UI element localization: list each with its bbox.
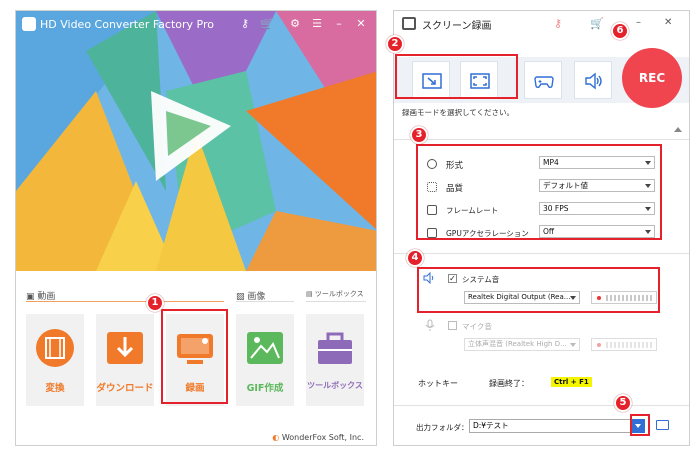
tile-download[interactable]: ダウンロード [96,314,154,406]
gear-icon[interactable]: ⚙ [288,17,302,31]
badge-1: 1 [146,294,164,312]
minimize-icon[interactable]: – [332,17,346,31]
app-logo-icon [22,17,36,31]
hotkey-label: ホットキー [418,379,458,388]
film-icon [36,329,74,367]
download-icon [107,332,143,364]
category-toolbox: ▤ ツールボックス [306,290,364,298]
recorder-title: スクリーン録画 [422,21,492,32]
divider [394,139,689,140]
hotkey-keys[interactable]: Ctrl + F1 [551,377,592,387]
tile-download-label: ダウンロード [96,383,154,394]
tile-toolbox[interactable]: ツールボックス [306,314,364,406]
highlight-audio [417,267,660,313]
highlight-mode-buttons [395,54,518,99]
menu-icon[interactable]: ☰ [310,17,324,31]
output-folder-label: 出力フォルダ： [416,423,469,432]
toolbox-icon [318,332,352,364]
badge-5: 5 [614,394,632,412]
open-folder-icon[interactable] [656,420,669,430]
mic-device-select[interactable]: 立体声混音 (Realtek High D... [464,338,580,351]
mic-checkbox[interactable] [448,321,457,330]
mic-meter [591,338,657,351]
badge-3: 3 [410,126,428,144]
copyright-label: WonderFox Soft, Inc. [281,433,364,442]
close-icon[interactable]: ✕ [664,17,672,28]
gamepad-icon [534,76,554,89]
divider [394,253,689,254]
output-folder-input[interactable]: D:¥テスト [469,419,641,433]
speaker-icon [585,72,602,90]
close-icon[interactable]: ✕ [354,17,368,31]
mic-device: 立体声混音 (Realtek High D... [468,340,567,348]
badge-4: 4 [406,249,424,267]
cart-icon[interactable]: 🛒 [590,17,604,30]
category-toolbox-label: ツールボックス [314,290,364,298]
category-image-line [236,301,294,302]
microphone-icon [425,319,435,331]
tile-convert-label: 変換 [45,383,65,394]
tile-convert[interactable]: 変換 [26,314,84,406]
hotkey-action: 録画終了： [489,379,529,388]
mode-audio-button[interactable] [574,61,612,99]
collapse-arrow-icon[interactable] [674,127,682,132]
highlight-output-dropdown [630,414,650,436]
tile-gif[interactable]: GIF作成 [236,314,294,406]
badge-2: 2 [386,35,404,53]
badge-6: 6 [611,22,629,40]
mic-label: マイク音 [462,322,492,331]
minimize-icon[interactable]: – [636,17,641,28]
rec-button[interactable]: REC [622,48,682,108]
screenshot-root: HD Video Converter Factory Pro ⚷ 🛒 ⚙ ☰ –… [0,0,700,456]
recorder-title-bar: スクリーン録画 ⚷ 🛒 – ✕ [394,11,689,37]
cart-icon[interactable]: 🛒 [260,17,274,31]
category-toolbox-line [306,301,366,302]
copyright-text: ◐ WonderFox Soft, Inc. [272,433,364,442]
highlight-settings [416,144,662,240]
app-title: HD Video Converter Factory Pro [40,18,214,31]
banner-graphic [16,11,376,271]
tile-gif-label: GIF作成 [246,383,284,394]
key-icon[interactable]: ⚷ [238,17,252,31]
divider [394,405,689,406]
key-icon[interactable]: ⚷ [554,17,562,30]
highlight-recorder-tile [161,309,228,404]
recorder-app-icon [402,17,416,30]
tile-toolbox-label: ツールボックス [307,381,363,390]
title-bar: HD Video Converter Factory Pro ⚷ 🛒 ⚙ ☰ –… [16,11,376,39]
category-video-line [26,301,224,302]
mode-hint: 録画モードを選択してください。 [402,108,515,117]
image-icon [247,332,283,364]
mode-game-button[interactable] [524,61,562,99]
